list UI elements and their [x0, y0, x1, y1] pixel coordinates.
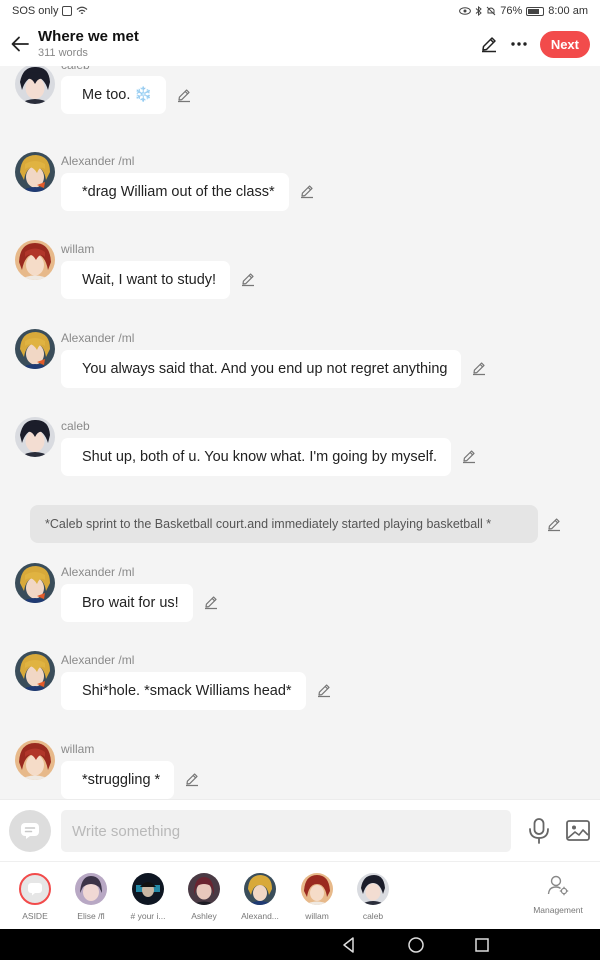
more-button[interactable] — [506, 31, 532, 57]
pencil-icon[interactable] — [546, 516, 562, 532]
message-bubble[interactable]: *struggling * — [61, 761, 175, 799]
battery-percent: 76% — [500, 5, 523, 17]
avatar[interactable] — [15, 329, 55, 369]
bluetooth-icon — [475, 6, 482, 16]
nav-recents-icon[interactable] — [473, 936, 491, 954]
message-bubble[interactable]: Bro wait for us! — [61, 584, 193, 622]
avatar — [75, 873, 107, 905]
avatar — [188, 873, 220, 905]
sender-name: willam — [61, 742, 95, 756]
status-bar: SOS only 76% 8:00 am — [0, 0, 600, 22]
pencil-icon[interactable] — [176, 87, 192, 103]
word-count: 311 words — [38, 47, 88, 59]
avatar[interactable] — [15, 66, 55, 104]
sim-icon — [62, 6, 73, 16]
arrow-left-icon — [11, 36, 29, 52]
carrier-text: SOS only — [12, 5, 59, 17]
avatar[interactable] — [15, 740, 55, 780]
avatar[interactable] — [15, 240, 55, 280]
sender-name: Alexander /ml — [61, 331, 135, 345]
character-willam[interactable]: willam — [294, 873, 340, 921]
character-label: Ashley — [191, 911, 217, 921]
nav-back-icon[interactable] — [340, 936, 358, 954]
avatar — [301, 873, 333, 905]
avatar[interactable] — [15, 417, 55, 457]
narration-bubble[interactable]: *Caleb sprint to the Basketball court.an… — [30, 505, 538, 543]
sender-name: caleb — [61, 66, 90, 72]
character-caleb[interactable]: caleb — [350, 873, 396, 921]
management-label: Management — [533, 905, 583, 915]
pencil-icon[interactable] — [184, 771, 200, 787]
system-nav-bar — [0, 929, 600, 960]
character-label: willam — [305, 911, 329, 921]
character-label: caleb — [362, 911, 384, 921]
pencil-icon[interactable] — [471, 360, 487, 376]
sender-name: Alexander /ml — [61, 565, 135, 579]
title-block: Where we met 311 words — [38, 28, 476, 60]
image-icon[interactable] — [566, 818, 590, 844]
message-bubble[interactable]: You always said that. And you end up not… — [61, 350, 462, 388]
avatar — [357, 873, 389, 905]
avatar[interactable] — [15, 651, 55, 691]
person-gear-icon — [547, 875, 569, 896]
sender-name: caleb — [61, 419, 90, 433]
avatar — [132, 873, 164, 905]
character-label: Alexand... — [241, 911, 279, 921]
nav-home-icon[interactable] — [407, 936, 425, 954]
character-label: # your i... — [130, 911, 166, 921]
composer — [0, 799, 600, 861]
message-bubble[interactable]: Shi*hole. *smack Williams head* — [61, 672, 306, 710]
edit-story-button[interactable] — [476, 31, 502, 57]
chat-bubble-icon — [28, 883, 42, 896]
message-bubble[interactable]: *drag William out of the class* — [61, 173, 289, 211]
character-elise[interactable]: Elise /fl — [68, 873, 114, 921]
message-bubble[interactable]: Shut up, both of u. You know what. I'm g… — [61, 438, 452, 476]
character-alexander[interactable]: Alexand... — [237, 873, 283, 921]
message-bubble[interactable]: Me too. ❄️ — [61, 76, 167, 114]
pencil-icon[interactable] — [299, 183, 315, 199]
sender-name: Alexander /ml — [61, 154, 135, 168]
character-aside[interactable]: ASIDE — [12, 873, 58, 921]
mute-icon — [486, 6, 496, 16]
battery-icon — [526, 6, 545, 16]
pencil-icon[interactable] — [203, 594, 219, 610]
pencil-icon[interactable] — [240, 271, 256, 287]
more-dots-icon — [511, 42, 527, 46]
sender-name: Alexander /ml — [61, 653, 135, 667]
avatar[interactable] — [15, 152, 55, 192]
character-ashley[interactable]: Ashley — [181, 873, 227, 921]
character-label: Elise /fl — [77, 911, 105, 921]
aside-avatar — [19, 873, 51, 905]
character-label: ASIDE — [22, 911, 48, 921]
character-your[interactable]: # your i... — [125, 873, 171, 921]
header: Where we met 311 words Next — [0, 22, 600, 66]
chat-area[interactable]: caleb Me too. ❄️ Alexander /ml *drag Wil… — [0, 66, 600, 799]
eye-icon — [459, 7, 472, 15]
message-bubble[interactable]: Wait, I want to study! — [61, 261, 231, 299]
pencil-icon[interactable] — [461, 448, 477, 464]
microphone-icon[interactable] — [526, 817, 552, 845]
back-button[interactable] — [10, 32, 30, 56]
clock: 8:00 am — [548, 5, 588, 17]
page-title: Where we met — [38, 28, 139, 45]
pencil-icon[interactable] — [316, 682, 332, 698]
avatar — [244, 873, 276, 905]
avatar[interactable] — [15, 563, 55, 603]
aside-button[interactable] — [9, 810, 51, 852]
character-bar: ASIDE Elise /fl # your i... Ashley Alexa… — [0, 861, 600, 929]
message-input[interactable] — [61, 810, 511, 852]
chat-bubble-icon — [21, 823, 39, 839]
management-button[interactable]: Management — [528, 874, 588, 915]
next-button[interactable]: Next — [539, 30, 590, 58]
sender-name: willam — [61, 242, 95, 256]
wifi-icon — [77, 6, 88, 14]
pencil-icon — [481, 37, 496, 53]
